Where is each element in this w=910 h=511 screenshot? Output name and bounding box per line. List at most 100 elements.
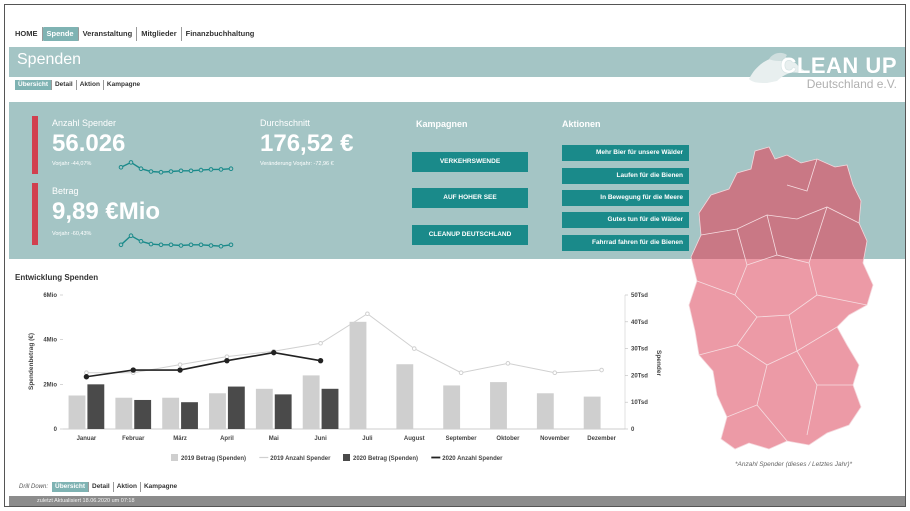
action-button-bier-waelder[interactable]: Mehr Bier für unsere Wälder — [562, 145, 689, 161]
line-2019-anzahl — [86, 313, 602, 374]
bar-2019-betrag[interactable] — [490, 382, 507, 429]
footer-bar: zuletzt Aktualisiert 18.06.2020 um 07:18 — [9, 496, 905, 506]
point-2019-anzahl[interactable] — [599, 367, 604, 373]
bar-2019-betrag[interactable] — [583, 396, 601, 429]
campaign-button-cleanup-deutschland[interactable]: CLEANUP DEUTSCHLAND — [412, 225, 528, 245]
sparkline-anzahl-point — [158, 169, 164, 175]
subnav-uebersicht[interactable]: Übersicht — [15, 80, 52, 90]
point-2019-anzahl[interactable] — [552, 370, 558, 376]
bar-2020-betrag[interactable] — [134, 399, 152, 429]
sparkline-betrag-point — [118, 242, 124, 248]
action-button-gutes-waelder[interactable]: Gutes tun für die Wälder — [562, 212, 689, 228]
point-2019-anzahl[interactable] — [505, 361, 511, 366]
action-button-bewegung-meere[interactable]: In Bewegung für die Meere — [562, 190, 689, 206]
legend-label: 2020 Betrag (Spenden) — [353, 456, 418, 462]
bar-2019-betrag[interactable] — [396, 364, 414, 429]
sparkline-anzahl-point — [218, 167, 224, 172]
x-tick-label: Januar — [77, 436, 97, 442]
subnav-kampagne[interactable]: Kampagne — [104, 80, 143, 90]
sparkline-betrag — [118, 233, 234, 249]
sub-nav: Übersicht Detail Aktion Kampagne — [15, 79, 143, 91]
bar-2019-betrag[interactable] — [443, 385, 461, 429]
sparkline-betrag-point — [138, 239, 144, 244]
point-2019-anzahl[interactable] — [411, 346, 417, 351]
sparkline-anzahl-point — [178, 168, 184, 174]
point-2020-anzahl[interactable] — [177, 367, 183, 373]
point-2019-anzahl[interactable] — [365, 311, 370, 317]
nav-finanzbuchhaltung[interactable]: Finanzbuchhaltung — [182, 27, 259, 41]
bar-2020-betrag[interactable] — [87, 384, 105, 429]
legend-swatch — [343, 454, 350, 461]
subnav-detail[interactable]: Detail — [52, 80, 77, 90]
top-nav: HOME Spende Veranstaltung Mitglieder Fin… — [11, 25, 258, 43]
sparkline-anzahl-point — [118, 165, 124, 170]
sparkline-anzahl-point — [148, 169, 154, 174]
sparkline-anzahl-point — [128, 160, 134, 165]
drill-kampagne[interactable]: Kampagne — [141, 482, 180, 492]
point-2019-anzahl[interactable] — [458, 370, 464, 376]
bar-2019-betrag[interactable] — [162, 397, 180, 429]
bar-2020-betrag[interactable] — [274, 394, 292, 429]
sparkline-anzahl-point — [188, 168, 194, 174]
bar-2019-betrag[interactable] — [115, 397, 133, 429]
x-tick-label: Dezember — [587, 436, 616, 442]
germany-map[interactable] — [677, 145, 897, 457]
left-axis-label: Spendenbetrag (€) — [28, 333, 35, 390]
bar-2019-betrag[interactable] — [209, 393, 226, 429]
bar-2020-betrag[interactable] — [321, 388, 339, 429]
legend-label: 2019 Betrag (Spenden) — [181, 456, 246, 462]
right-tick-label: 40Tsd — [631, 320, 648, 326]
kpi-value-anzahl: 56.026 — [52, 130, 126, 157]
kpi-label-anzahl: Anzahl Spender — [52, 118, 117, 128]
sparkline-anzahl-point — [198, 167, 204, 173]
drill-down-nav: Drill Down: Übersicht Detail Aktion Kamp… — [19, 481, 180, 493]
bar-2019-betrag[interactable] — [536, 393, 554, 429]
kpi-note-anzahl: Vorjahr -44,07% — [52, 161, 92, 167]
bar-2019-betrag[interactable] — [349, 321, 367, 429]
bar-2019-betrag[interactable] — [302, 375, 320, 429]
campaign-button-verkehrswende[interactable]: VERKEHRSWENDE — [412, 152, 528, 172]
sparkline-betrag-point — [208, 243, 214, 248]
point-2020-anzahl[interactable] — [83, 374, 90, 380]
nav-home[interactable]: HOME — [11, 27, 43, 41]
sparkline-betrag-point — [148, 241, 154, 247]
point-2019-anzahl[interactable] — [318, 340, 323, 346]
point-2020-anzahl[interactable] — [130, 367, 136, 373]
logo-subtitle: Deutschland e.V. — [806, 77, 897, 91]
subnav-aktion[interactable]: Aktion — [77, 80, 104, 90]
point-2019-anzahl[interactable] — [84, 370, 89, 376]
sparkline-anzahl-point — [138, 166, 144, 171]
campaign-button-auf-hoher-see[interactable]: AUF HOHER SEE — [412, 188, 528, 208]
x-tick-label: September — [446, 436, 478, 442]
bar-2020-betrag[interactable] — [227, 386, 245, 429]
sparkline-betrag-point — [128, 233, 134, 238]
kpi-value-durchschnitt: 176,52 € — [260, 130, 354, 157]
kpi-label-betrag: Betrag — [52, 186, 79, 196]
action-button-fahrrad-bienen[interactable]: Fahrrad fahren für die Bienen — [562, 235, 689, 251]
left-tick-label: 2Mio — [43, 382, 57, 388]
aktionen-heading: Aktionen — [562, 119, 601, 129]
nav-veranstaltung[interactable]: Veranstaltung — [79, 27, 138, 41]
x-tick-label: Mai — [269, 436, 279, 442]
x-tick-label: August — [404, 436, 425, 442]
sparkline-betrag-point — [188, 242, 194, 248]
point-2019-anzahl[interactable] — [177, 362, 183, 367]
nav-spende[interactable]: Spende — [42, 27, 79, 41]
sparkline-betrag-line — [120, 234, 232, 247]
kpi-label-durchschnitt: Durchschnitt — [260, 118, 311, 128]
action-button-laufen-bienen[interactable]: Laufen für die Bienen — [562, 168, 689, 184]
bar-2019-betrag[interactable] — [68, 395, 86, 430]
bar-2019-betrag[interactable] — [255, 388, 273, 429]
nav-mitglieder[interactable]: Mitglieder — [137, 27, 182, 41]
drill-detail[interactable]: Detail — [89, 482, 114, 492]
point-2019-anzahl[interactable] — [224, 354, 230, 359]
x-tick-label: Februar — [122, 436, 145, 442]
bar-2020-betrag[interactable] — [181, 402, 198, 429]
point-2020-anzahl[interactable] — [271, 349, 277, 356]
drill-aktion[interactable]: Aktion — [114, 482, 141, 492]
drill-uebersicht[interactable]: Übersicht — [52, 482, 89, 492]
left-tick-label: 4Mio — [43, 338, 57, 344]
sparkline-anzahl-point — [228, 166, 234, 171]
point-2020-anzahl[interactable] — [224, 357, 230, 364]
point-2020-anzahl[interactable] — [317, 357, 324, 364]
